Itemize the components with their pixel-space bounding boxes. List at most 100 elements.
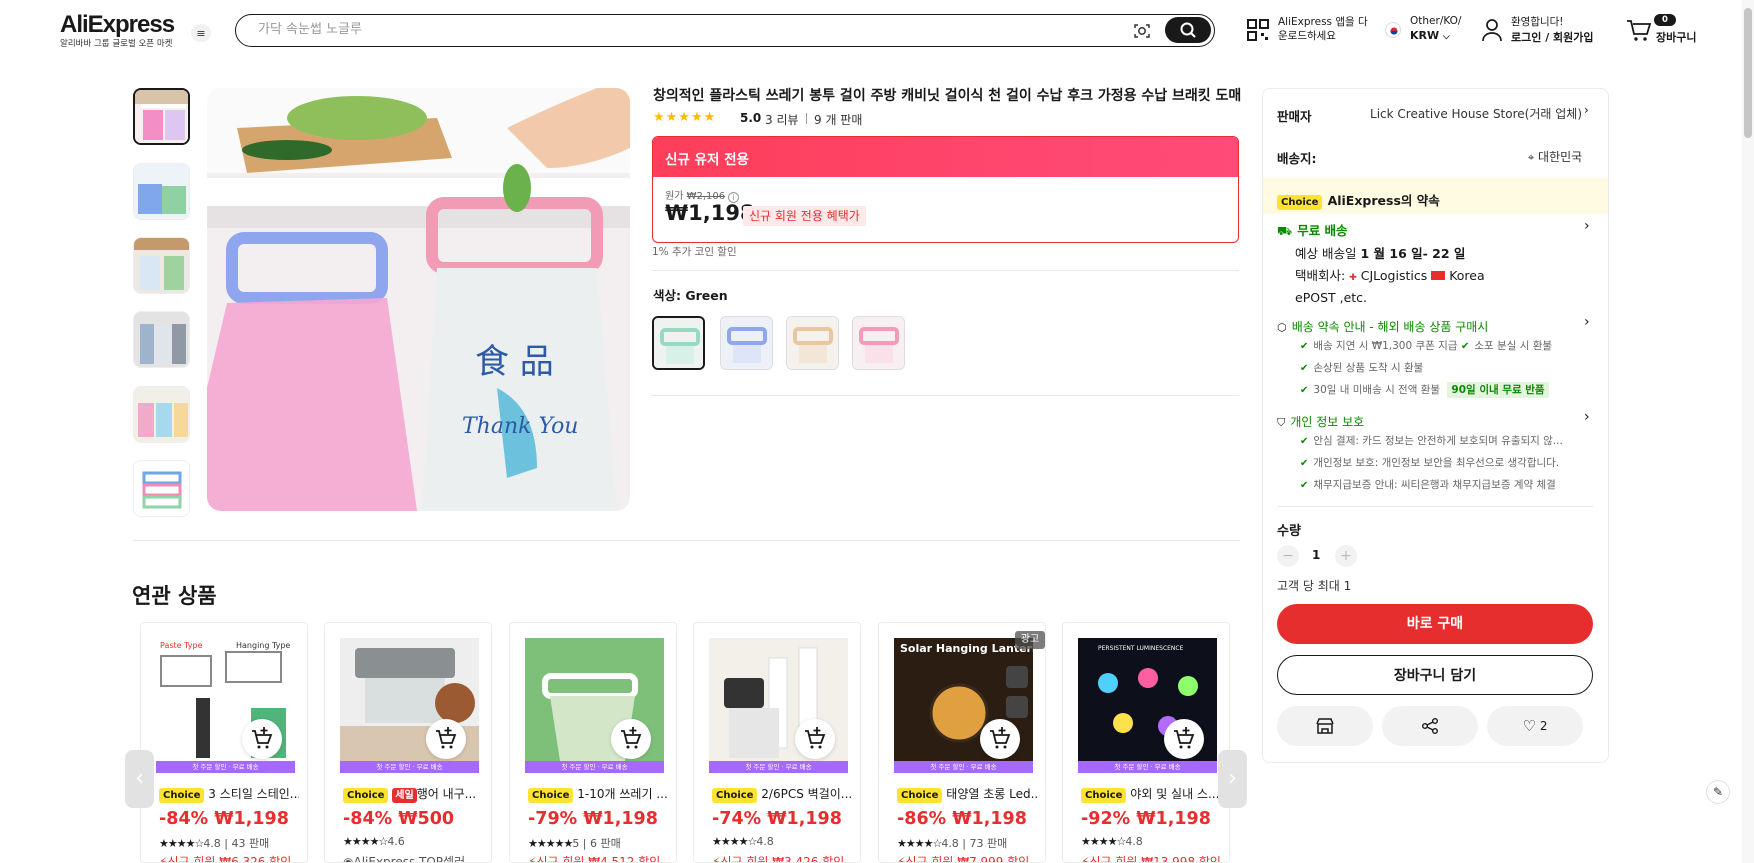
- search-bar: [235, 14, 1215, 47]
- note-text: 신규 회원 ₩6,326 할인: [167, 855, 292, 863]
- product-title: Choice 2/6PCS 벽걸이...: [712, 785, 852, 803]
- gallery-thumb-5[interactable]: [133, 386, 190, 443]
- menu-icon[interactable]: ≡: [191, 24, 211, 42]
- carousel-prev-button[interactable]: ‹: [125, 750, 154, 808]
- seller-name-link[interactable]: Lick Creative House Store(거래 업체): [1370, 105, 1582, 122]
- color-swatch-blue[interactable]: [720, 316, 773, 370]
- quantity-value[interactable]: 1: [1312, 548, 1320, 562]
- discount: -84%: [159, 809, 209, 829]
- color-swatch-pink[interactable]: [852, 316, 905, 370]
- discount: -79%: [528, 809, 578, 829]
- review-count-link[interactable]: 3 리뷰: [765, 111, 799, 128]
- product-note: ⚡신규 회원 ₩3,426 할인: [712, 853, 844, 862]
- promo-bar: 첫 주문 할인 · 무료 배송: [1078, 761, 1217, 773]
- chevron-right-icon[interactable]: ›: [1584, 103, 1589, 117]
- korea-flag-icon: [1385, 22, 1401, 38]
- note-text: 신규 회원 ₩4,512 할인: [536, 855, 661, 863]
- add-to-cart-button[interactable]: 장바구니 담기: [1277, 655, 1593, 695]
- ship-to-label: 배송지:: [1277, 151, 1317, 166]
- gallery-thumb-1[interactable]: [133, 88, 190, 145]
- cart-icon[interactable]: [1626, 18, 1652, 42]
- discount: -84%: [343, 809, 393, 829]
- color-label: 색상: Green: [653, 288, 728, 303]
- related-product-card[interactable]: 첫 주문 할인 · 무료 배송 Choice 1-10개 쓰레기 ... -79…: [509, 622, 677, 863]
- related-product-card[interactable]: 첫 주문 할인 · 무료 배송 Choice 세일 행어 내구... -84% ₩…: [324, 622, 492, 863]
- note-text: 신규 회원 ₩7,999 할인: [905, 855, 1030, 863]
- color-swatch-beige[interactable]: [786, 316, 839, 370]
- courier-info: 택배회사: ✚ CJLogistics Korea ePOST ,etc.: [1295, 268, 1485, 305]
- related-product-card[interactable]: Paste Type Hanging Type 첫 주문 할인 · 무료 배송 C…: [140, 622, 308, 863]
- gallery-thumb-3[interactable]: [133, 237, 190, 294]
- svg-text:Thank You: Thank You: [462, 414, 578, 439]
- add-to-cart-icon[interactable]: [980, 719, 1020, 759]
- free-shipping-row[interactable]: ⛟ 무료 배송: [1277, 220, 1348, 240]
- related-product-card[interactable]: Solar Hanging Lantern 광고 첫 주문 할인 · 무료 배송…: [878, 622, 1046, 863]
- related-product-card[interactable]: PERSISTENT LUMINESCENCE 첫 주문 할인 · 무료 배송 …: [1062, 622, 1230, 863]
- related-product-card[interactable]: 첫 주문 할인 · 무료 배송 Choice 2/6PCS 벽걸이... -74…: [693, 622, 861, 863]
- promise-text: 배송 지연 시 ₩1,300 쿠폰 지급: [1313, 340, 1458, 352]
- stars: ★★★★★: [528, 837, 573, 850]
- scrollbar-thumb[interactable]: [1744, 8, 1752, 138]
- qr-code-icon[interactable]: [1246, 18, 1270, 42]
- buy-now-button[interactable]: 바로 구매: [1277, 604, 1593, 644]
- promo-bar: 첫 주문 할인 · 무료 배송: [709, 761, 848, 773]
- quantity-decrement-button[interactable]: −: [1277, 545, 1299, 567]
- add-to-cart-icon[interactable]: [426, 719, 466, 759]
- search-button[interactable]: [1165, 17, 1211, 43]
- locale-selector[interactable]: Other/KO/: [1410, 15, 1461, 27]
- cart-label[interactable]: 장바구니: [1656, 29, 1696, 45]
- main-product-image[interactable]: 食 品 Thank You: [207, 88, 630, 511]
- privacy-item: ✔ 안심 결제: 카드 정보는 안전하게 보호되며 유출되지 않...: [1300, 435, 1563, 447]
- purchase-limit: 고객 당 최대 1: [1277, 579, 1352, 593]
- title-text: 야외 및 실내 스...: [1130, 787, 1220, 801]
- choice-badge: Choice: [897, 788, 943, 803]
- discount: -92%: [1081, 809, 1131, 829]
- product-price: -84% ₩1,198: [159, 809, 289, 829]
- privacy-item: ✔ 채무지급보증 안내: 씨티은행과 채무지급보증 계약 체결: [1300, 479, 1556, 491]
- ship-to-value[interactable]: ⌖ 대한민국: [1528, 148, 1582, 165]
- image-search-icon[interactable]: [1132, 21, 1152, 41]
- quantity-label: 수량: [1277, 524, 1301, 539]
- product-title: Choice 세일 행어 내구...: [343, 785, 483, 803]
- chevron-right-icon[interactable]: ›: [1584, 409, 1590, 425]
- rating-row: ★★★★☆4.8 | 73 판매: [897, 837, 1008, 850]
- rating: 5: [572, 837, 580, 850]
- add-to-cart-icon[interactable]: [611, 719, 651, 759]
- store-button[interactable]: [1277, 706, 1373, 746]
- gallery-thumb-2[interactable]: [133, 163, 190, 220]
- add-to-cart-icon[interactable]: [242, 719, 282, 759]
- ship-to-country: 대한민국: [1538, 150, 1583, 164]
- chevron-right-icon[interactable]: ›: [1584, 314, 1590, 330]
- carousel-next-button[interactable]: ›: [1218, 750, 1247, 808]
- search-input[interactable]: [258, 22, 1108, 37]
- courier-2: Korea: [1449, 268, 1485, 283]
- currency-selector[interactable]: KRW ⌵: [1410, 29, 1450, 42]
- privacy-row[interactable]: ⛉ 개인 정보 보호: [1277, 411, 1364, 430]
- rating: 4.8: [941, 837, 959, 850]
- delivery-promise-row[interactable]: ⬡ 배송 약속 안내 - 해외 배송 상품 구매시: [1277, 316, 1488, 335]
- wishlist-button[interactable]: ♡ 2: [1487, 706, 1583, 746]
- quantity-increment-button[interactable]: +: [1335, 545, 1357, 567]
- edit-icon[interactable]: ✎: [1706, 780, 1730, 804]
- rating-stars: ★★★★★: [653, 110, 717, 125]
- login-link[interactable]: 로그인 / 회원가입: [1511, 29, 1594, 45]
- scrollbar[interactable]: [1742, 0, 1754, 863]
- chevron-right-icon[interactable]: ›: [1584, 218, 1590, 234]
- user-icon[interactable]: [1481, 18, 1503, 42]
- choice-badge: Choice: [1277, 195, 1323, 210]
- stars: ★★★★☆: [712, 835, 757, 848]
- add-to-cart-icon[interactable]: [1164, 719, 1204, 759]
- ad-badge: 광고: [1015, 631, 1045, 649]
- gallery-thumb-6[interactable]: [133, 460, 190, 517]
- related-products-title: 연관 상품: [132, 584, 217, 608]
- aliexpress-logo[interactable]: AliExpress: [60, 11, 175, 39]
- new-user-price-tag: 신규 회원 전용 혜택가: [743, 206, 866, 226]
- add-to-cart-icon[interactable]: [795, 719, 835, 759]
- rating-value: 5.0: [740, 111, 762, 125]
- rating: 4.8: [1125, 835, 1143, 848]
- share-button[interactable]: [1382, 706, 1478, 746]
- gallery-thumb-4[interactable]: [133, 311, 190, 368]
- download-app-link[interactable]: AliExpress 앱을 다 운로드하세요: [1278, 15, 1368, 43]
- color-swatch-green[interactable]: [652, 316, 705, 370]
- divider: [1277, 506, 1593, 507]
